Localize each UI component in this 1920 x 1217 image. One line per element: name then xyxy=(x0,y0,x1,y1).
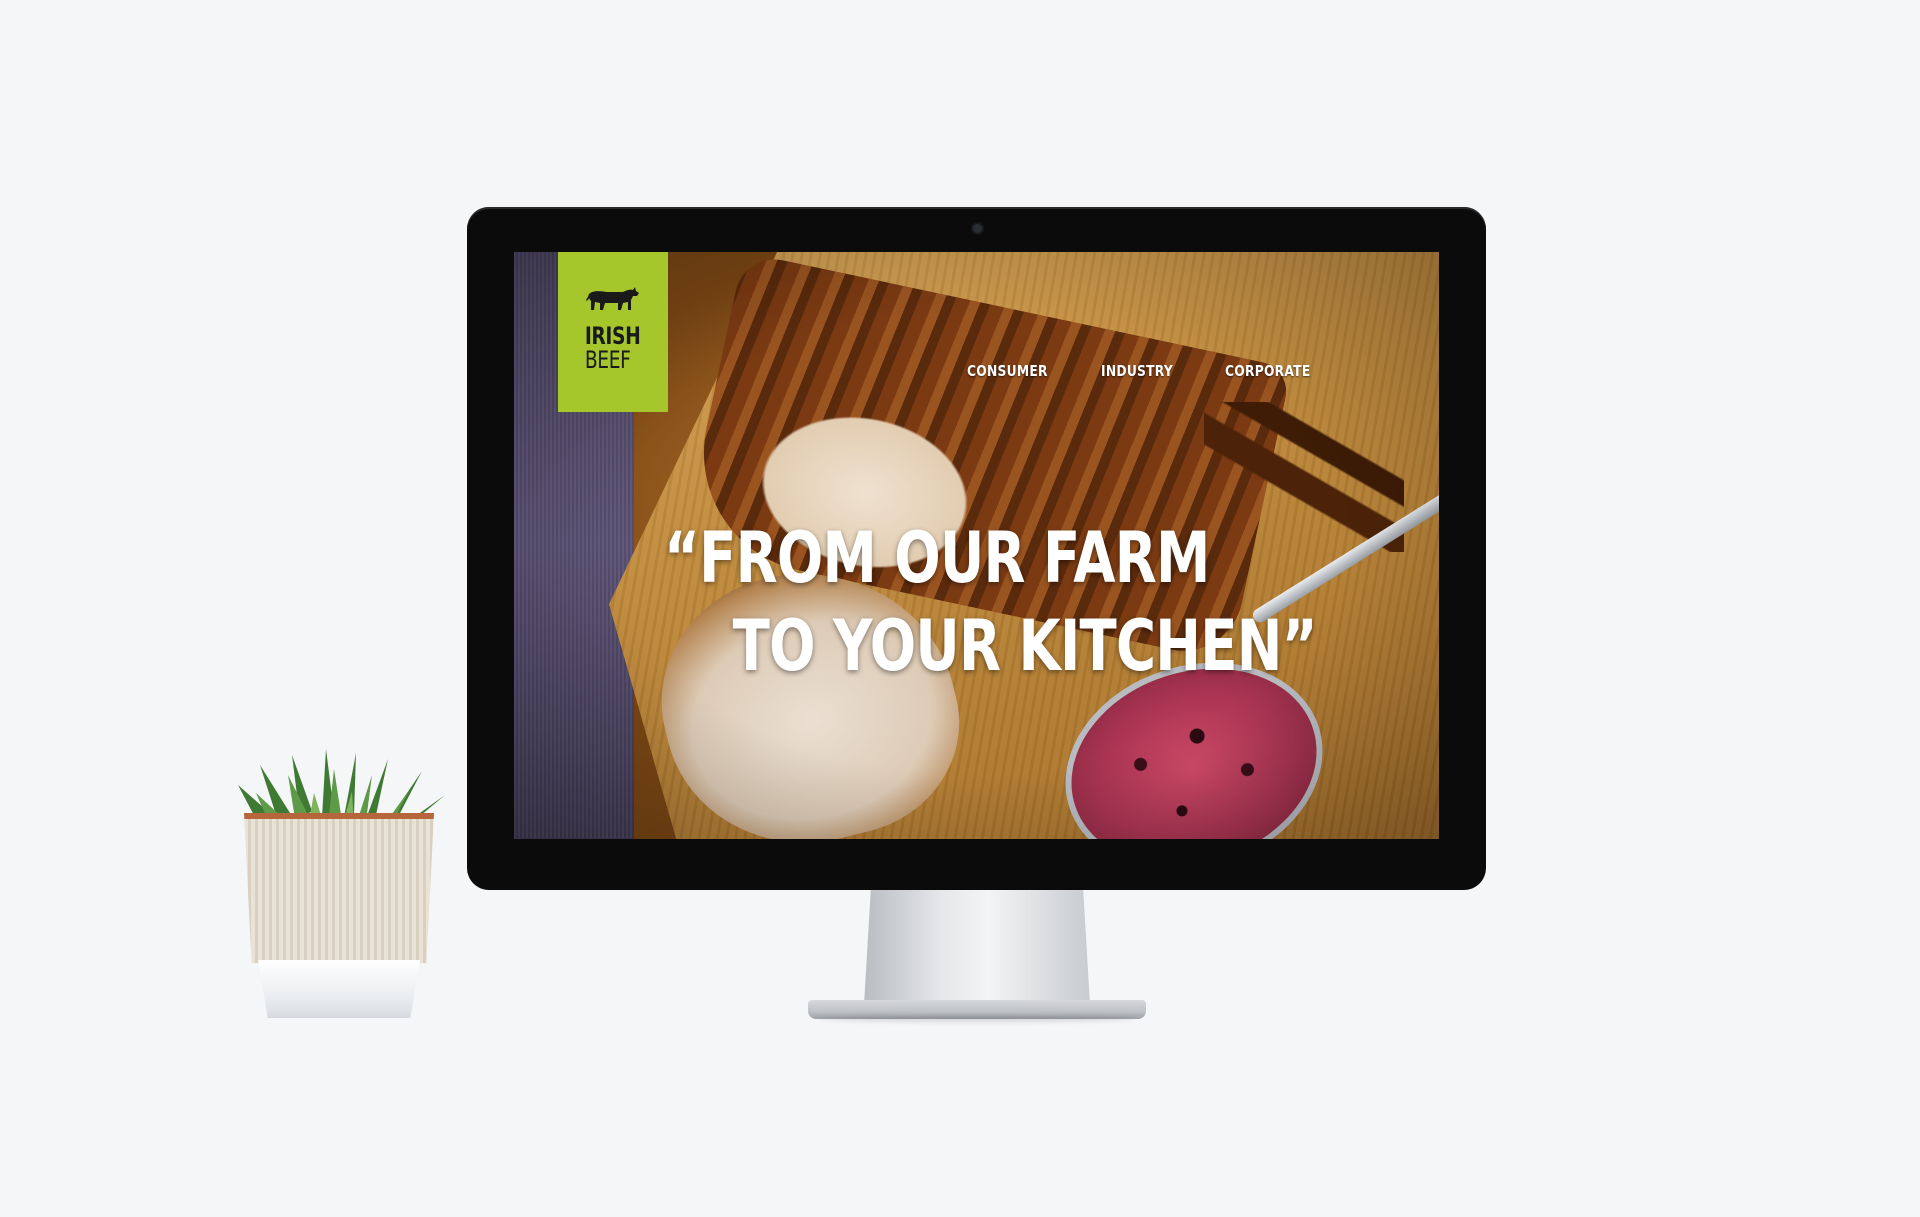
monitor: IRISH BEEF CONSUMER INDUSTRY CORPORATE “… xyxy=(467,207,1486,890)
hero-headline: “FROM OUR FARM TO YOUR KITCHEN” xyxy=(664,514,1318,690)
main-nav: CONSUMER INDUSTRY CORPORATE xyxy=(967,362,1329,380)
brand-line-irish: IRISH xyxy=(585,322,641,350)
brand-line-beef: BEEF xyxy=(585,346,631,374)
brand-logo[interactable]: IRISH BEEF xyxy=(558,252,668,412)
webcam-icon xyxy=(972,224,982,233)
brand-wordmark: IRISH BEEF xyxy=(585,324,641,372)
nav-industry[interactable]: INDUSTRY xyxy=(1101,362,1173,380)
nav-corporate[interactable]: CORPORATE xyxy=(1225,362,1310,380)
monitor-stand-shadow xyxy=(820,1016,1134,1022)
plant-pot xyxy=(244,813,434,963)
succulent-plant xyxy=(238,745,445,1030)
mockup-scene: IRISH BEEF CONSUMER INDUSTRY CORPORATE “… xyxy=(0,0,1920,1217)
nav-consumer[interactable]: CONSUMER xyxy=(967,362,1048,380)
monitor-stand-neck xyxy=(864,890,1090,1005)
headline-line-1: “FROM OUR FARM xyxy=(664,517,1210,599)
website-screen: IRISH BEEF CONSUMER INDUSTRY CORPORATE “… xyxy=(514,252,1439,839)
cow-icon xyxy=(586,287,639,310)
plant-saucer xyxy=(258,960,420,1018)
headline-line-2: TO YOUR KITCHEN” xyxy=(732,605,1318,687)
